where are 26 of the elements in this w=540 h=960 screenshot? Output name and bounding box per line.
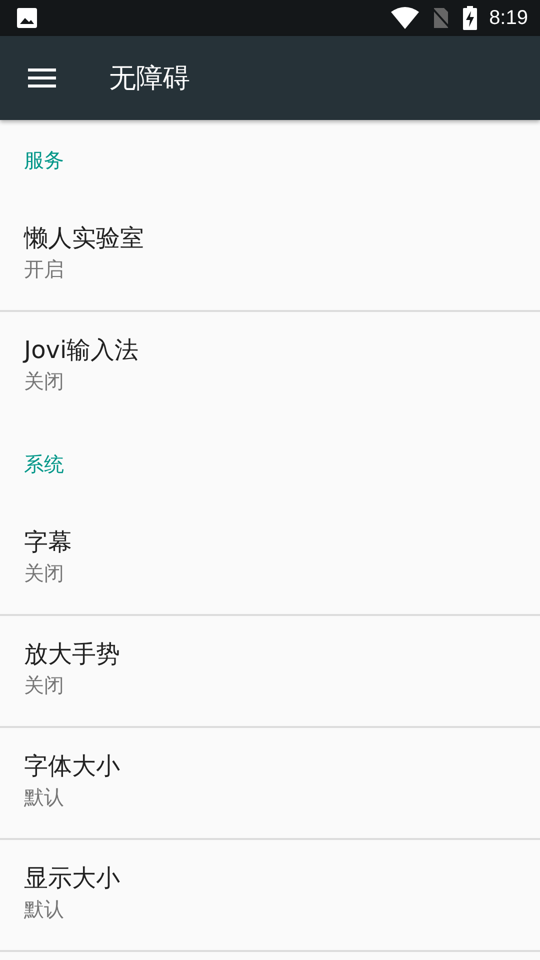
item-title: 字幕 xyxy=(24,527,72,558)
toolbar-title: 无障碍 xyxy=(109,62,190,96)
item-title: Jovi输入法 xyxy=(24,335,139,366)
settings-item[interactable]: Jovi输入法 关闭 xyxy=(0,312,540,424)
item-summary: 关闭 xyxy=(24,560,64,587)
settings-item[interactable]: 懒人实验室 开启 xyxy=(0,200,540,312)
settings-item[interactable]: 放大手势 关闭 xyxy=(0,616,540,728)
item-summary: 默认 xyxy=(24,784,64,811)
item-title: 放大手势 xyxy=(24,639,120,670)
settings-item[interactable]: 字体大小 默认 xyxy=(0,728,540,840)
section-header: 服务 xyxy=(24,146,64,174)
settings-item[interactable]: 字幕 关闭 xyxy=(0,504,540,616)
menu-button[interactable] xyxy=(28,68,56,88)
item-title: 懒人实验室 xyxy=(24,223,144,254)
settings-item[interactable]: 显示大小 默认 xyxy=(0,840,540,952)
wifi-icon xyxy=(391,7,420,29)
item-summary: 默认 xyxy=(24,896,64,923)
status-time: 8:19 xyxy=(489,6,528,30)
item-title: 字体大小 xyxy=(24,751,120,782)
item-title: 显示大小 xyxy=(24,863,120,894)
item-summary: 关闭 xyxy=(24,672,64,699)
item-summary: 关闭 xyxy=(24,368,64,395)
item-summary: 开启 xyxy=(24,256,64,283)
section-header: 系统 xyxy=(24,450,64,478)
battery-charging-icon xyxy=(463,6,478,30)
image-icon xyxy=(16,7,38,29)
